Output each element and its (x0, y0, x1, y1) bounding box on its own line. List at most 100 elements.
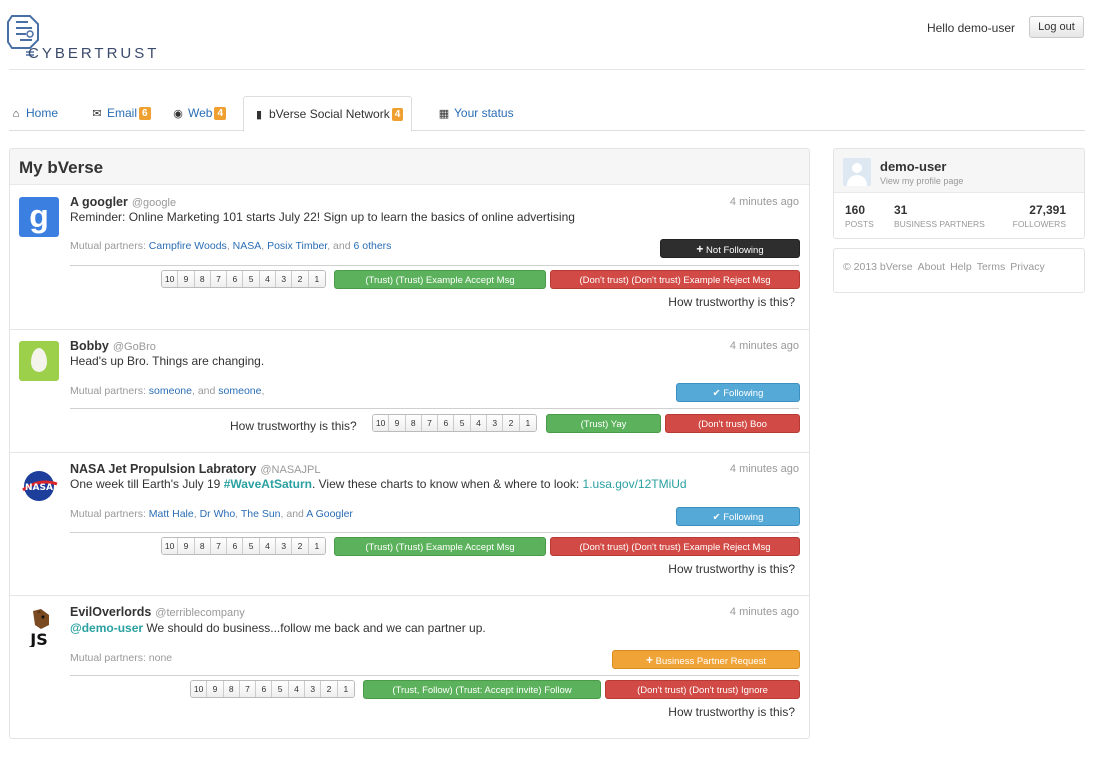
tab-badge: 6 (139, 107, 151, 120)
partner-link[interactable]: 6 others (353, 240, 391, 252)
scale-6[interactable]: 6 (256, 681, 273, 697)
scale-7[interactable]: 7 (210, 271, 228, 287)
scale-8[interactable]: 8 (223, 681, 240, 697)
scale-1[interactable]: 1 (308, 271, 325, 287)
scale-7[interactable]: 7 (239, 681, 257, 697)
nasa-avatar[interactable]: NASA (19, 464, 59, 504)
scale-10[interactable]: 10 (373, 415, 390, 431)
footer-link-terms[interactable]: Terms (977, 261, 1006, 273)
post-time: 4 minutes ago (729, 606, 799, 618)
footer-link-help[interactable]: Help (950, 261, 972, 273)
scale-5[interactable]: 5 (454, 415, 471, 431)
scale-7[interactable]: 7 (421, 415, 439, 431)
url-link[interactable]: 1.usa.gov/12TMiUd (583, 477, 687, 491)
scale-3[interactable]: 3 (276, 538, 293, 554)
scale-8[interactable]: 8 (194, 271, 211, 287)
post-author[interactable]: Bobby @GoBro (70, 339, 156, 353)
google-avatar[interactable]: g (19, 197, 59, 237)
tab-email[interactable]: ✉ Email 6 (90, 96, 151, 131)
profile-header[interactable]: demo-user View my profile page (834, 149, 1084, 193)
trust-button[interactable]: (Trust) (Trust) Example Accept Msg (334, 270, 546, 289)
mutual-partners: Mutual partners: someone, and someone, (70, 385, 265, 397)
home-icon: ⌂ (12, 108, 20, 120)
distrust-button[interactable]: (Don't trust) Boo (665, 414, 800, 433)
scale-10[interactable]: 10 (162, 271, 179, 287)
scale-2[interactable]: 2 (292, 538, 309, 554)
post-author[interactable]: EvilOverlords @terriblecompany (70, 605, 245, 619)
tab-your-status[interactable]: ▦ Your status (437, 96, 514, 131)
partner-link[interactable]: A Googler (306, 508, 353, 520)
stat-followers[interactable]: 27,391 FOLLOWERS (1012, 203, 1066, 229)
post-author[interactable]: NASA Jet Propulsion Labratory @NASAJPL (70, 462, 320, 476)
partner-link[interactable]: NASA (233, 240, 262, 252)
distrust-button[interactable]: (Don't trust) (Don't trust) Example Reje… (550, 270, 800, 289)
post-author[interactable]: A googler @google (70, 195, 176, 209)
scale-7[interactable]: 7 (210, 538, 228, 554)
trust-follow-button[interactable]: (Trust, Follow) (Trust: Accept invite) F… (363, 680, 601, 699)
footer-link-about[interactable]: About (918, 261, 945, 273)
scale-1[interactable]: 1 (519, 415, 536, 431)
trust-scale: 10 9 8 7 6 5 4 3 2 1 (161, 270, 326, 288)
nav-tabs: ⌂ Home ✉ Email 6 ◉ Web 4 ▮ bVerse Social Netwo… (9, 96, 1085, 132)
profile-name[interactable]: demo-user (880, 159, 946, 174)
partner-link[interactable]: The Sun (241, 508, 281, 520)
scale-6[interactable]: 6 (227, 271, 244, 287)
logout-button[interactable]: Log out (1029, 16, 1084, 38)
stat-posts[interactable]: 160 POSTS (845, 203, 874, 229)
divider (70, 675, 799, 676)
mention-link[interactable]: @demo-user (70, 621, 143, 635)
hashtag-link[interactable]: #WaveAtSaturn (224, 477, 312, 491)
scale-8[interactable]: 8 (194, 538, 211, 554)
partner-link[interactable]: Matt Hale (149, 508, 194, 520)
google-g-icon: g (29, 198, 49, 234)
partner-link[interactable]: someone (218, 385, 261, 397)
egg-avatar[interactable] (19, 341, 59, 381)
trust-button[interactable]: (Trust) Yay (546, 414, 661, 433)
evil-overlords-avatar[interactable]: JS (19, 607, 59, 647)
scale-5[interactable]: 5 (243, 538, 260, 554)
business-partner-request-button[interactable]: + Business Partner Request (612, 650, 800, 669)
scale-4[interactable]: 4 (259, 538, 277, 554)
scale-5[interactable]: 5 (272, 681, 289, 697)
scale-10[interactable]: 10 (162, 538, 179, 554)
scale-4[interactable]: 4 (470, 415, 488, 431)
tab-home[interactable]: ⌂ Home (9, 96, 58, 131)
scale-5[interactable]: 5 (243, 271, 260, 287)
scale-2[interactable]: 2 (503, 415, 520, 431)
not-following-button[interactable]: + Not Following (660, 239, 800, 258)
scale-9[interactable]: 9 (178, 271, 195, 287)
stat-business-partners[interactable]: 31 BUSINESS PARTNERS (894, 203, 985, 229)
tab-bverse[interactable]: ▮ bVerse Social Network 4 (243, 96, 413, 132)
scale-2[interactable]: 2 (321, 681, 338, 697)
profile-link[interactable]: View my profile page (880, 176, 963, 186)
scale-3[interactable]: 3 (276, 271, 293, 287)
scale-4[interactable]: 4 (259, 271, 277, 287)
scale-9[interactable]: 9 (389, 415, 406, 431)
scale-6[interactable]: 6 (227, 538, 244, 554)
scale-3[interactable]: 3 (305, 681, 322, 697)
trust-button[interactable]: (Trust) (Trust) Example Accept Msg (334, 537, 546, 556)
partner-link[interactable]: someone (149, 385, 192, 397)
scale-6[interactable]: 6 (438, 415, 455, 431)
ignore-button[interactable]: (Don't trust) (Don't trust) Ignore (605, 680, 800, 699)
scale-2[interactable]: 2 (292, 271, 309, 287)
tab-web[interactable]: ◉ Web 4 (171, 96, 227, 131)
scale-9[interactable]: 9 (207, 681, 224, 697)
partner-link[interactable]: Posix Timber (267, 240, 327, 252)
scale-1[interactable]: 1 (337, 681, 354, 697)
scale-8[interactable]: 8 (405, 415, 422, 431)
scale-4[interactable]: 4 (288, 681, 306, 697)
scale-10[interactable]: 10 (191, 681, 208, 697)
following-button[interactable]: ✔ Following (676, 383, 800, 402)
following-button[interactable]: ✔ Following (676, 507, 800, 526)
post-text: Reminder: Online Marketing 101 starts Ju… (70, 210, 575, 224)
footer-link-privacy[interactable]: Privacy (1010, 261, 1044, 273)
scale-9[interactable]: 9 (178, 538, 195, 554)
trust-scale: 10 9 8 7 6 5 4 3 2 1 (190, 680, 355, 698)
partner-link[interactable]: Campfire Woods (149, 240, 227, 252)
user-avatar[interactable] (843, 158, 871, 186)
distrust-button[interactable]: (Don't trust) (Don't trust) Example Reje… (550, 537, 800, 556)
scale-3[interactable]: 3 (487, 415, 504, 431)
partner-link[interactable]: Dr Who (200, 508, 236, 520)
scale-1[interactable]: 1 (308, 538, 325, 554)
